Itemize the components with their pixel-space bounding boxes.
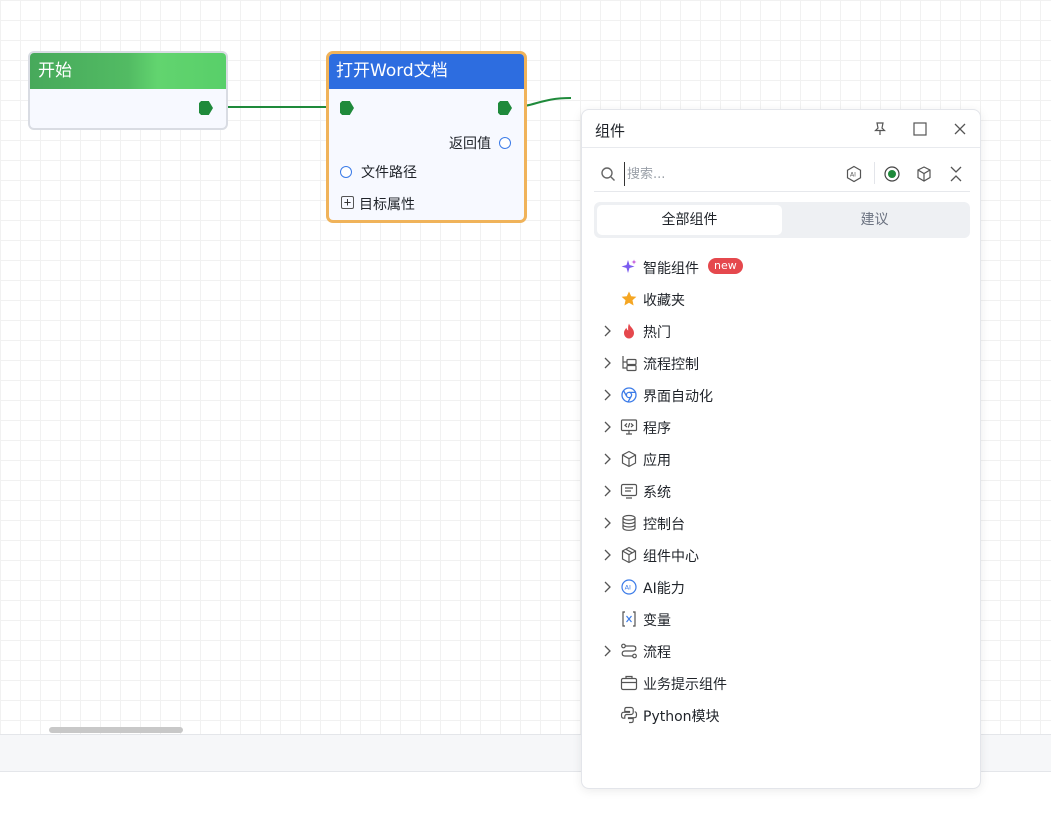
tree-item-program[interactable]: 程序 — [582, 411, 980, 443]
fire-icon — [620, 322, 638, 340]
svg-text:AI: AI — [625, 584, 631, 592]
flow-control-icon — [620, 354, 638, 372]
chevron-right-icon[interactable] — [600, 644, 614, 658]
tree-item-label: 变量 — [643, 613, 671, 629]
maximize-icon[interactable] — [910, 119, 930, 139]
tree-item-label: 智能组件 — [643, 261, 699, 277]
chevron-right-icon[interactable] — [600, 356, 614, 370]
start-node-title: 开始 — [30, 53, 226, 89]
cube-icon — [620, 450, 638, 468]
open-word-output-port[interactable] — [498, 101, 512, 115]
tree-item-label: 程序 — [643, 421, 671, 437]
tree-item-label: 系统 — [643, 485, 671, 501]
svg-text:AI: AI — [850, 172, 856, 179]
chevron-right-icon[interactable] — [600, 324, 614, 338]
file-path-label: 文件路径 — [361, 165, 417, 181]
start-node[interactable]: 开始 — [28, 51, 228, 130]
tree-item-label: 界面自动化 — [643, 389, 713, 405]
search-toolbar-divider — [874, 162, 875, 184]
tree-item-application[interactable]: 应用 — [582, 443, 980, 475]
return-value-port[interactable] — [499, 137, 511, 149]
variable-icon — [620, 610, 638, 628]
ai-icon: AI — [620, 578, 638, 596]
briefcase-icon — [620, 674, 638, 692]
tab-suggestions[interactable]: 建议 — [782, 205, 967, 235]
components-panel: 组件 AI — [581, 109, 981, 789]
tree-item-label: 流程 — [643, 645, 671, 661]
tree-item-label: 业务提示组件 — [643, 677, 727, 693]
pin-icon[interactable] — [870, 119, 890, 139]
search-icon — [598, 164, 618, 184]
chevron-right-icon[interactable] — [600, 484, 614, 498]
tree-item-label: 热门 — [643, 325, 671, 341]
collapse-all-icon[interactable] — [946, 164, 966, 184]
package-icon — [620, 546, 638, 564]
close-icon[interactable] — [950, 119, 970, 139]
tree-item-smart-components[interactable]: 智能组件 new — [582, 251, 980, 283]
horizontal-scrollbar[interactable] — [49, 727, 183, 733]
cube-filter-icon[interactable] — [914, 164, 934, 184]
process-icon — [620, 642, 638, 660]
tree-item-hot[interactable]: 热门 — [582, 315, 980, 347]
chevron-right-icon[interactable] — [600, 452, 614, 466]
tab-all-components[interactable]: 全部组件 — [597, 205, 782, 235]
sparkle-icon — [620, 258, 638, 276]
tree-item-python-module[interactable]: Python模块 — [582, 699, 980, 731]
tree-item-business-prompt[interactable]: 业务提示组件 — [582, 667, 980, 699]
tree-item-label: 流程控制 — [643, 357, 699, 373]
start-output-port[interactable] — [199, 101, 213, 115]
program-monitor-icon — [620, 418, 638, 436]
tree-item-variables[interactable]: 变量 — [582, 603, 980, 635]
chevron-right-icon[interactable] — [600, 420, 614, 434]
tree-item-label: 组件中心 — [643, 549, 699, 565]
tree-item-flow-control[interactable]: 流程控制 — [582, 347, 980, 379]
chevron-right-icon[interactable] — [600, 516, 614, 530]
target-attributes-label[interactable]: 目标属性 — [359, 194, 415, 214]
search-input[interactable] — [624, 162, 834, 186]
tree-item-label: 应用 — [643, 453, 671, 469]
tree-item-label: Python模块 — [643, 709, 720, 725]
chevron-right-icon[interactable] — [600, 548, 614, 562]
tree-item-console[interactable]: 控制台 — [582, 507, 980, 539]
tree-item-label: 收藏夹 — [643, 293, 685, 309]
python-icon — [620, 706, 638, 724]
chevron-right-icon[interactable] — [600, 580, 614, 594]
new-badge: new — [708, 258, 743, 274]
star-icon — [620, 290, 638, 308]
system-icon — [620, 482, 638, 500]
chevron-right-icon[interactable] — [600, 388, 614, 402]
search-bar: AI — [594, 156, 970, 192]
database-icon — [620, 514, 638, 532]
tree-item-label: 控制台 — [643, 517, 685, 533]
panel-header-divider — [582, 147, 980, 148]
tree-item-system[interactable]: 系统 — [582, 475, 980, 507]
tree-item-label: AI能力 — [643, 581, 685, 597]
expand-plus-icon[interactable]: + — [341, 196, 354, 209]
file-path-port[interactable] — [340, 166, 352, 178]
open-word-node-title: 打开Word文档 — [329, 54, 524, 89]
tree-item-favorites[interactable]: 收藏夹 — [582, 283, 980, 315]
ai-search-icon[interactable]: AI — [844, 164, 864, 184]
tree-item-process[interactable]: 流程 — [582, 635, 980, 667]
tree-item-ui-automation[interactable]: 界面自动化 — [582, 379, 980, 411]
panel-title: 组件 — [595, 122, 626, 140]
tree-item-ai-capability[interactable]: AI AI能力 — [582, 571, 980, 603]
record-icon[interactable] — [882, 164, 902, 184]
return-value-label: 返回值 — [449, 136, 491, 152]
open-word-node[interactable]: 打开Word文档 返回值 文件路径 + 目标属性 — [326, 51, 527, 223]
open-word-input-port[interactable] — [340, 101, 354, 115]
browser-automation-icon — [620, 386, 638, 404]
component-tabs: 全部组件 建议 — [594, 202, 970, 238]
tree-item-component-center[interactable]: 组件中心 — [582, 539, 980, 571]
